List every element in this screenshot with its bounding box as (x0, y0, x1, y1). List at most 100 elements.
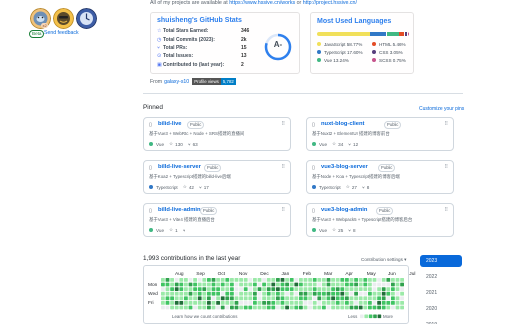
contribution-day-cell[interactable] (395, 296, 400, 301)
contribution-day-cell[interactable] (202, 296, 207, 301)
contribution-day-cell[interactable] (377, 278, 381, 282)
contribution-day-cell[interactable] (317, 296, 322, 301)
achievement-pull-shark[interactable]: x2 (30, 8, 51, 31)
contribution-day-cell[interactable] (289, 301, 294, 305)
contribution-day-cell[interactable] (368, 287, 372, 291)
learn-contributions-link[interactable]: Learn how we count contributions (172, 314, 237, 319)
contribution-day-cell[interactable] (400, 305, 404, 310)
contribution-day-cell[interactable] (170, 305, 174, 310)
contribution-day-cell[interactable] (331, 278, 335, 282)
contribution-day-cell[interactable] (271, 301, 276, 305)
contribution-day-cell[interactable] (165, 278, 170, 282)
contribution-day-cell[interactable] (170, 291, 174, 296)
contribution-day-cell[interactable] (161, 282, 165, 287)
contribution-day-cell[interactable] (372, 291, 377, 296)
contribution-day-cell[interactable] (197, 287, 202, 291)
contribution-day-cell[interactable] (193, 282, 197, 287)
contribution-day-cell[interactable] (386, 282, 391, 287)
contribution-day-cell[interactable] (289, 282, 294, 287)
contribution-day-cell[interactable] (308, 287, 312, 291)
repo-stars[interactable]: ☆ 34 (332, 141, 343, 147)
contribution-day-cell[interactable] (354, 291, 358, 296)
contribution-day-cell[interactable] (395, 291, 400, 296)
repo-forks[interactable]: ⑂ (183, 228, 188, 233)
contribution-day-cell[interactable] (170, 301, 174, 305)
contribution-day-cell[interactable] (211, 291, 216, 296)
contribution-day-cell[interactable] (294, 301, 299, 305)
contribution-day-cell[interactable] (202, 278, 207, 282)
contribution-day-cell[interactable] (179, 301, 184, 305)
contribution-day-cell[interactable] (193, 291, 197, 296)
contribution-day-cell[interactable] (349, 282, 354, 287)
contribution-day-cell[interactable] (230, 278, 234, 282)
contribution-day-cell[interactable] (188, 291, 193, 296)
contribution-day-cell[interactable] (253, 278, 257, 282)
contribution-day-cell[interactable] (234, 301, 239, 305)
contribution-day-cell[interactable] (349, 278, 354, 282)
contribution-day-cell[interactable] (225, 287, 230, 291)
contribution-day-cell[interactable] (188, 305, 193, 310)
drag-handle-icon[interactable]: ⠿ (444, 164, 448, 170)
contribution-day-cell[interactable] (294, 282, 299, 287)
contribution-day-cell[interactable] (184, 301, 188, 305)
repo-stars[interactable]: ☆ 27 (346, 184, 357, 190)
contribution-day-cell[interactable] (184, 282, 188, 287)
contribution-day-cell[interactable] (271, 296, 276, 301)
contribution-day-cell[interactable] (161, 287, 165, 291)
contribution-day-cell[interactable] (262, 282, 266, 287)
contribution-day-cell[interactable] (207, 305, 211, 310)
contribution-day-cell[interactable] (363, 287, 368, 291)
languages-card[interactable]: Most Used Languages JavaScript 58.77% HTM… (310, 12, 414, 74)
contribution-day-cell[interactable] (220, 278, 225, 282)
contribution-day-cell[interactable] (266, 291, 271, 296)
contribution-day-cell[interactable] (220, 282, 225, 287)
contribution-day-cell[interactable] (234, 278, 239, 282)
contribution-day-cell[interactable] (174, 282, 179, 287)
contribution-day-cell[interactable] (276, 291, 280, 296)
contribution-day-cell[interactable] (220, 296, 225, 301)
contribution-day-cell[interactable] (335, 287, 340, 291)
contribution-day-cell[interactable] (243, 301, 248, 305)
contribution-day-cell[interactable] (289, 278, 294, 282)
contribution-day-cell[interactable] (161, 291, 165, 296)
contribution-day-cell[interactable] (262, 278, 266, 282)
contribution-day-cell[interactable] (395, 305, 400, 310)
contribution-day-cell[interactable] (280, 287, 285, 291)
contribution-day-cell[interactable] (179, 296, 184, 301)
contribution-day-cell[interactable] (161, 305, 165, 310)
contribution-day-cell[interactable] (354, 282, 358, 287)
repo-forks[interactable]: ⑂ 63 (188, 142, 198, 147)
contribution-day-cell[interactable] (381, 278, 386, 282)
contribution-day-cell[interactable] (358, 296, 363, 301)
repo-forks[interactable]: ⑂ 8 (348, 228, 355, 233)
contribution-day-cell[interactable] (331, 301, 335, 305)
contribution-day-cell[interactable] (335, 305, 340, 310)
contribution-day-cell[interactable] (266, 296, 271, 301)
contribution-day-cell[interactable] (354, 287, 358, 291)
contribution-day-cell[interactable] (170, 278, 174, 282)
contribution-day-cell[interactable] (234, 287, 239, 291)
contribution-day-cell[interactable] (197, 278, 202, 282)
contribution-day-cell[interactable] (340, 282, 345, 287)
contribution-day-cell[interactable] (207, 291, 211, 296)
contribution-day-cell[interactable] (170, 282, 174, 287)
contribution-day-cell[interactable] (317, 305, 322, 310)
contribution-day-cell[interactable] (326, 296, 331, 301)
contribution-day-cell[interactable] (276, 282, 280, 287)
contribution-day-cell[interactable] (368, 296, 372, 301)
contribution-day-cell[interactable] (368, 278, 372, 282)
contribution-day-cell[interactable] (345, 301, 349, 305)
contribution-day-cell[interactable] (363, 282, 368, 287)
contribution-day-cell[interactable] (165, 291, 170, 296)
contribution-day-cell[interactable] (345, 305, 349, 310)
contribution-day-cell[interactable] (358, 282, 363, 287)
contribution-day-cell[interactable] (248, 301, 253, 305)
works-link[interactable]: https://www.hssive.cn/works (229, 0, 295, 6)
contribution-day-cell[interactable] (345, 282, 349, 287)
contribution-day-cell[interactable] (253, 287, 257, 291)
contribution-day-cell[interactable] (285, 296, 289, 301)
contribution-day-cell[interactable] (285, 301, 289, 305)
contribution-day-cell[interactable] (400, 287, 404, 291)
contribution-day-cell[interactable] (179, 282, 184, 287)
contribution-day-cell[interactable] (372, 278, 377, 282)
